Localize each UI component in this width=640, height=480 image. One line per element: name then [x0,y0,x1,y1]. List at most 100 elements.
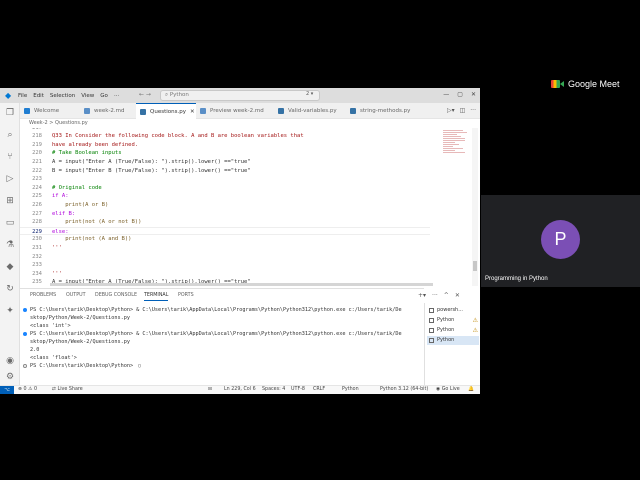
code-line[interactable]: 222 B = input("Enter B (True/False): ").s… [20,167,430,176]
tab-preview-week-2[interactable]: Preview week-2.md [196,103,274,119]
tab-close-icon[interactable]: ✕ [190,109,195,115]
copilot-badge[interactable]: 2 ▾ [306,91,313,97]
participant-avatar: P [541,220,580,259]
tab-string-methods[interactable]: string-methods.py [346,103,420,119]
copilot-icon[interactable]: ✦ [4,305,16,317]
tab-week-2-md[interactable]: week-2.md [80,103,136,119]
terminal-line: PS C:\Users\tarik\Desktop\Python> [30,363,137,369]
remote-indicator-icon[interactable]: ⌥ [0,386,14,394]
error-count: 0 [23,387,27,392]
notifications-icon[interactable]: 🔔 [468,387,474,392]
extensions-icon[interactable]: ⊞ [4,195,16,207]
live-share-icon[interactable]: ↻ [4,283,16,295]
indentation[interactable]: Spaces: 4 [262,387,285,392]
command-decoration-icon[interactable] [23,332,27,336]
line-number: 219 [32,141,42,148]
go-live[interactable]: ◉ Go Live [436,387,460,392]
cursor-position[interactable]: Ln 229, Col 6 [224,387,256,392]
language-mode[interactable]: Python [342,387,359,392]
encoding[interactable]: UTF-8 [291,387,305,392]
live-share-status[interactable]: ⇄ Live Share [52,387,83,392]
menu-more[interactable]: ··· [114,93,119,99]
maximize-panel-icon[interactable]: ^ [444,292,449,299]
python-interpreter[interactable]: Python 3.12 (64-bit) [380,387,428,392]
code-line[interactable]: 221 A = input("Enter A (True/False): ").s… [20,158,430,167]
split-editor-icon[interactable]: ◫ [460,107,466,114]
terminal-list-item[interactable]: Python ⚠ [427,326,479,335]
command-decoration-icon[interactable] [23,364,27,368]
python-icon[interactable]: ◆ [4,261,16,273]
code-line[interactable]: 220 # Take Boolean inputs [20,149,430,158]
terminal-line: sktop/Python/Week-2/Questions.py [30,315,130,321]
explorer-icon[interactable]: ❐ [4,107,16,119]
errors-status[interactable]: ⊗ 0 ⚠ 0 [18,387,37,392]
code-line[interactable]: 230 print(not (A and B)) [20,235,430,244]
code-text: Q33 In Consider the following code block… [52,133,304,140]
terminal-output[interactable]: PS C:\Users\tarik\Desktop\Python> & C:\U… [20,304,420,386]
menu-selection[interactable]: Selection [50,93,75,99]
terminal-cursor: ▯ [138,363,142,369]
tab-ports[interactable]: PORTS [178,293,194,298]
editor-scrollbar[interactable] [472,128,478,286]
minimap[interactable] [443,129,470,189]
tab-problems[interactable]: PROBLEMS [30,293,56,298]
vscode-logo-icon: ◆ [5,90,12,100]
close-panel-icon[interactable]: ✕ [455,292,460,299]
code-line[interactable]: 228 print(not (A or not B)) [20,218,430,227]
terminal-list-item[interactable]: Python ⚠ [427,316,479,325]
more-actions-icon[interactable]: ··· [432,292,438,299]
tab-valid-variables[interactable]: Valid-variables.py [274,103,346,119]
code-editor[interactable]: 217'''218Q33 In Consider the following c… [20,128,430,286]
settings-gear-icon[interactable]: ⚙ [4,371,16,383]
terminal-line: 2.0 [30,347,40,353]
tab-welcome[interactable]: Welcome [20,103,80,119]
search-view-icon[interactable]: ⌕ [4,129,16,141]
code-line[interactable]: 227 elif B: [20,210,430,219]
run-debug-icon[interactable]: ▷ [4,173,16,185]
go-live-label: Go Live [441,387,460,392]
horizontal-scrollbar[interactable] [50,283,433,286]
line-number: 223 [32,176,42,183]
source-control-icon[interactable]: ⑂ [4,151,16,163]
code-line[interactable]: 229 else: [20,226,430,236]
menu-view[interactable]: View [81,93,94,99]
new-terminal-icon[interactable]: +▾ [418,292,426,299]
code-text: elif B: [52,210,76,217]
menu-go[interactable]: Go [100,93,108,99]
terminal-list-item[interactable]: powersh... [427,306,479,315]
nav-arrows[interactable]: ← → [139,91,151,98]
scrollbar-thumb[interactable] [473,261,477,271]
meet-logo-text: Google Meet [568,79,620,89]
tab-terminal[interactable]: TERMINAL [144,293,169,301]
command-center-search[interactable]: ⌕ Python [160,90,320,101]
line-number: 228 [32,219,42,226]
code-line[interactable]: 225 if A: [20,192,430,201]
code-line[interactable]: 224 # Original code [20,184,430,193]
testing-icon[interactable]: ⚗ [4,239,16,251]
code-line[interactable]: 223 [20,175,430,184]
menu-edit[interactable]: Edit [33,93,44,99]
command-decoration-icon[interactable] [23,308,27,312]
code-line[interactable]: 231 ''' [20,244,430,253]
code-line[interactable]: 219 have already been defined. [20,141,430,150]
line-ending[interactable]: CRLF [313,387,325,392]
code-line[interactable]: 233 [20,261,430,270]
code-line[interactable]: 226 print(A or B) [20,201,430,210]
terminal-list-item[interactable]: Python [427,336,479,345]
run-icon[interactable]: ▷▾ [447,107,455,114]
code-line[interactable]: 232 [20,253,430,262]
minimize-icon[interactable]: — [443,91,449,98]
remote-explorer-icon[interactable]: ▭ [4,217,16,229]
close-icon[interactable]: ✕ [471,91,476,98]
tab-debug-console[interactable]: DEBUG CONSOLE [95,293,137,298]
account-icon[interactable]: ◉ [4,355,16,367]
tab-output[interactable]: OUTPUT [66,293,86,298]
code-line[interactable]: 218 Q33 In Consider the following code bl… [20,132,430,141]
tab-questions-py[interactable]: Questions.py ✕ [136,103,196,119]
maximize-icon[interactable]: ▢ [457,91,463,98]
code-line[interactable]: 234 ''' [20,270,430,279]
zoom-icon[interactable]: ⊟ [208,387,212,392]
menu-file[interactable]: File [18,93,27,99]
more-actions-icon[interactable]: ··· [470,107,476,114]
breadcrumb[interactable]: Week-2 > Questions.py [20,119,88,128]
